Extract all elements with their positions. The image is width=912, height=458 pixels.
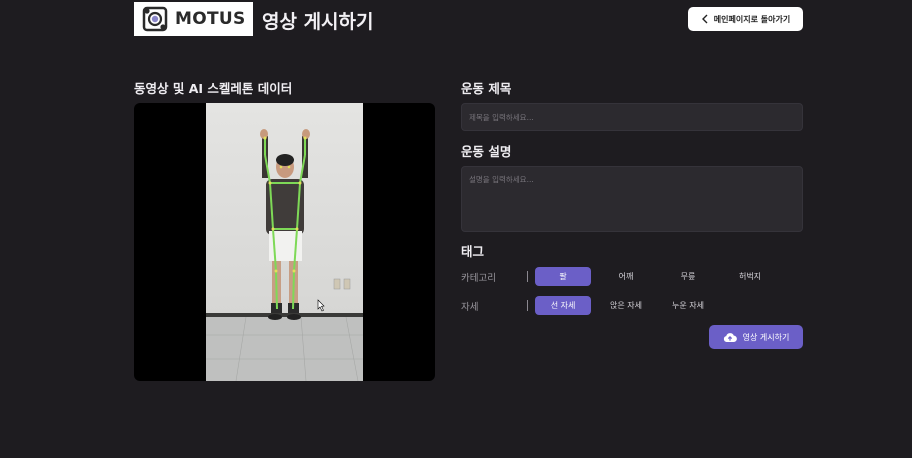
posture-label: 자세	[461, 302, 479, 313]
category-chip-shoulder[interactable]: 어깨	[598, 267, 654, 286]
submit-video-button[interactable]: 영상 게시하기	[709, 325, 803, 349]
video-player[interactable]	[134, 103, 435, 381]
category-chip-knee[interactable]: 무릎	[660, 267, 716, 286]
cloud-upload-icon	[723, 332, 737, 342]
category-label: 카테고리	[461, 273, 496, 284]
back-to-main-button[interactable]: 메인페이지로 돌아가기	[688, 7, 803, 31]
description-input[interactable]	[461, 166, 803, 232]
category-divider	[527, 271, 528, 282]
submit-button-label: 영상 게시하기	[742, 332, 790, 342]
category-chip-thigh[interactable]: 허벅지	[722, 267, 778, 286]
logo-text: MOTUS	[175, 9, 246, 29]
motus-logo-icon	[142, 6, 168, 32]
posture-chip-standing[interactable]: 선 자세	[535, 296, 591, 315]
title-label: 운동 제목	[461, 81, 512, 96]
posture-divider	[527, 300, 528, 311]
motus-logo[interactable]: MOTUS	[134, 2, 253, 36]
description-label: 운동 설명	[461, 144, 512, 159]
tags-label: 태그	[461, 244, 485, 259]
category-chip-arm[interactable]: 팔	[535, 267, 591, 286]
chevron-left-icon	[701, 14, 708, 24]
posture-chip-lying[interactable]: 누운 자세	[660, 296, 716, 315]
video-frame	[206, 103, 363, 381]
video-section-heading: 동영상 및 AI 스켈레톤 데이터	[134, 81, 293, 96]
back-button-label: 메인페이지로 돌아가기	[713, 14, 791, 24]
page-title: 영상 게시하기	[262, 11, 374, 33]
posture-chip-sitting[interactable]: 앉은 자세	[598, 296, 654, 315]
post-video-page: MOTUS 영상 게시하기 메인페이지로 돌아가기 동영상 및 AI 스켈레톤 …	[0, 0, 912, 458]
title-input[interactable]	[461, 103, 803, 131]
